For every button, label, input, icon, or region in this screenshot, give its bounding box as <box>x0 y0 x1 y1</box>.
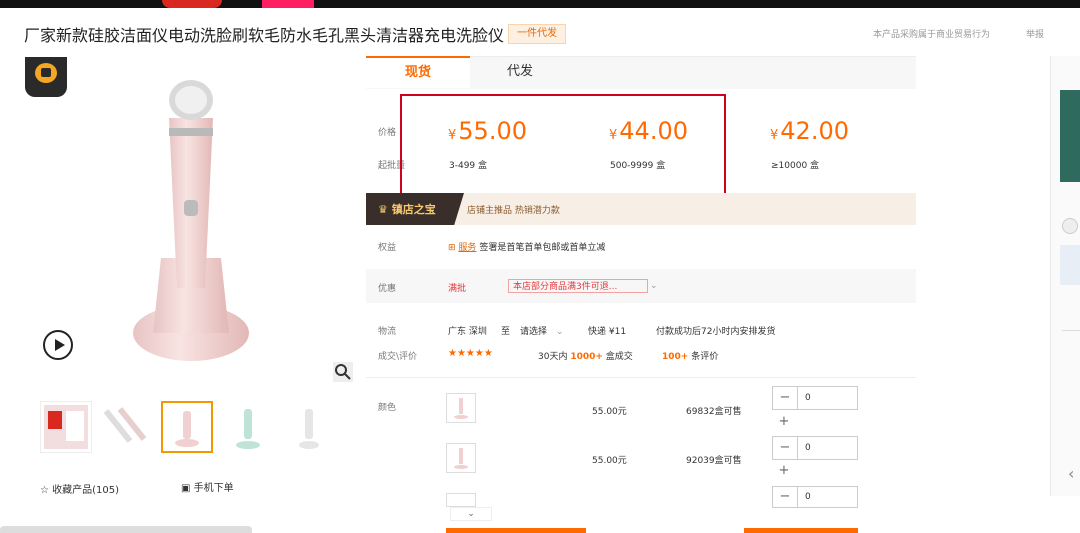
increment-button[interactable]: + <box>772 461 796 481</box>
sidebar-divider <box>1062 330 1080 331</box>
play-video-button[interactable] <box>43 330 73 360</box>
rights-row: ⊞ 服务 签署是首笔首单包邮或首单立减 <box>448 240 605 253</box>
favorite-button[interactable]: ☆ 收藏产品(105) <box>40 481 119 496</box>
shop-band <box>366 193 916 225</box>
logistics-from: 广东 深圳 <box>448 327 487 337</box>
decrement-button[interactable]: − <box>773 437 798 459</box>
shop-tags: 店铺主推品 热销潜力款 <box>467 206 560 216</box>
top-nav-promo[interactable] <box>162 0 222 8</box>
price-label: 价格 <box>378 128 397 138</box>
destination-value: 请选择 <box>520 327 548 337</box>
thumbnail-3[interactable] <box>161 401 213 453</box>
crown-logo-icon <box>25 57 67 97</box>
destination-select[interactable]: 请选择 ⌄ <box>520 324 563 337</box>
magnifier-icon[interactable] <box>333 362 353 382</box>
decrement-button[interactable]: − <box>773 487 798 507</box>
chevron-left-icon[interactable]: ‹ <box>1068 464 1074 483</box>
cart-button[interactable] <box>744 528 858 533</box>
scroll-shadow <box>0 526 252 533</box>
thumbnail-4[interactable] <box>222 401 274 453</box>
highlight-box <box>400 94 726 196</box>
thumbnail-1[interactable] <box>39 400 93 454</box>
qr-code-icon: ▣ <box>181 483 191 494</box>
avatar[interactable] <box>1062 218 1078 234</box>
freight-text: 快递 ¥11 <box>588 327 627 337</box>
quantity-value[interactable]: 0 <box>805 387 811 409</box>
favorite-label: 收藏产品(105) <box>52 485 120 496</box>
variant-1-stock: 69832盒可售 <box>686 407 742 417</box>
tab-dropship[interactable]: 代发 <box>470 56 570 88</box>
gift-icon: ⊞ <box>448 243 456 253</box>
expand-variants-button[interactable]: ⌄ <box>450 507 492 521</box>
sales-summary: 30天内 1000+ 盒成交 <box>538 349 633 362</box>
increment-button[interactable]: + <box>772 412 796 432</box>
product-title: 厂家新款硅胶洁面仪电动洗脸刷软毛防水毛孔黑头清洁器充电洗脸仪 <box>24 26 505 45</box>
top-nav-bar <box>0 0 1080 8</box>
variant-3-quantity-stepper[interactable]: − 0 <box>772 486 858 508</box>
decrement-button[interactable]: − <box>773 387 798 409</box>
sales-suffix: 盒成交 <box>605 352 633 362</box>
main-product-image[interactable] <box>131 78 251 368</box>
rights-link[interactable]: 服务 <box>458 243 476 253</box>
shop-treasure-text: 镇店之宝 <box>391 203 436 216</box>
promo-expand-icon[interactable]: ⌄ <box>650 281 658 291</box>
thumbnail-5[interactable] <box>283 401 335 453</box>
variant-2-quantity-stepper[interactable]: − 0 <box>772 436 858 460</box>
offers-tag: 满批 <box>448 284 467 294</box>
variant-1-price: 55.00元 <box>592 407 627 417</box>
top-nav-highlight[interactable] <box>262 0 314 8</box>
logistics-label: 物流 <box>378 327 397 337</box>
review-suffix: 条评价 <box>691 352 719 362</box>
crown-icon: ♛ <box>378 203 388 216</box>
variant-1-quantity-stepper[interactable]: − 0 <box>772 386 858 410</box>
currency-symbol: ¥ <box>770 128 779 143</box>
variant-2-price: 55.00元 <box>592 456 627 466</box>
quantity-value[interactable]: 0 <box>805 437 811 459</box>
rights-text: 签署是首笔首单包邮或首单立减 <box>479 243 606 253</box>
offers-label: 优惠 <box>378 284 397 294</box>
quantity-value[interactable]: 0 <box>805 487 811 507</box>
mobile-order-button[interactable]: ▣ 手机下单 <box>181 479 234 494</box>
rights-label: 权益 <box>378 243 397 253</box>
rating-stars: ★★★★★ <box>448 348 493 359</box>
order-button[interactable] <box>446 528 586 533</box>
ship-time-text: 付款成功后72小时内安排发货 <box>656 327 776 337</box>
mobile-order-label: 手机下单 <box>193 483 234 494</box>
tier-3-price: ¥42.00 <box>770 117 849 145</box>
sidebar-card[interactable] <box>1060 245 1080 285</box>
chevron-down-icon: ⌄ <box>555 327 564 337</box>
section-divider <box>366 377 916 378</box>
report-link[interactable]: 举报 <box>1026 27 1044 40</box>
shop-treasure-label: ♛ 镇店之宝 <box>378 201 436 217</box>
dropship-badge: 一件代发 <box>508 24 566 44</box>
review-count: 100+ <box>662 352 689 362</box>
variant-swatch-3[interactable] <box>446 493 476 507</box>
sidebar-ad-image[interactable] <box>1060 90 1080 182</box>
tab-in-stock[interactable]: 现货 <box>366 56 470 88</box>
sales-count: 1000+ <box>570 352 603 362</box>
tier-3-qty: ≥10000 盒 <box>771 161 820 171</box>
sales-prefix: 30天内 <box>538 352 568 362</box>
color-label: 颜色 <box>378 403 397 413</box>
tier-3-price-value: 42.00 <box>780 117 849 145</box>
logistics-to: 至 <box>501 327 511 337</box>
trade-notice: 本产品采购属于商业贸易行为 <box>873 30 991 40</box>
reviews-label: 成交\评价 <box>378 352 418 362</box>
variant-swatch-2[interactable] <box>446 443 476 473</box>
review-summary[interactable]: 100+ 条评价 <box>662 349 718 362</box>
variant-2-stock: 92039盒可售 <box>686 456 742 466</box>
variant-swatch-1[interactable] <box>446 393 476 423</box>
thumbnail-2[interactable] <box>100 401 152 453</box>
star-outline-icon: ☆ <box>40 485 49 496</box>
promo-chip[interactable]: 本店部分商品满3件可退... <box>508 279 648 293</box>
